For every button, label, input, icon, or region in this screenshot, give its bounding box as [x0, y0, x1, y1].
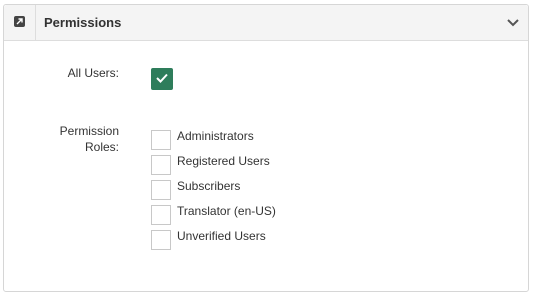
role-item-translator[interactable]: Translator (en-US) [151, 202, 276, 227]
external-link-icon[interactable] [14, 14, 25, 32]
role-checkbox[interactable] [151, 129, 171, 150]
role-item-administrators[interactable]: Administrators [151, 127, 276, 152]
role-label: Translator (en-US) [177, 203, 276, 218]
role-item-registered-users[interactable]: Registered Users [151, 152, 276, 177]
role-label: Unverified Users [177, 228, 266, 243]
roles-list: Administrators Registered Users Subscrib… [151, 127, 276, 252]
all-users-label: All Users: [67, 66, 119, 80]
permission-roles-label-line2: Roles: [84, 140, 119, 154]
role-label: Registered Users [177, 153, 270, 168]
chevron-down-icon[interactable] [506, 15, 520, 29]
permission-roles-label: Permission Roles: [60, 123, 119, 155]
all-users-checkbox[interactable] [151, 68, 173, 90]
role-item-subscribers[interactable]: Subscribers [151, 177, 276, 202]
checkmark-icon [156, 70, 168, 88]
panel-title: Permissions [44, 15, 122, 30]
role-checkbox[interactable] [151, 229, 171, 250]
panel-header[interactable]: Permissions [4, 5, 528, 41]
role-checkbox[interactable] [151, 154, 171, 175]
permissions-panel: Permissions All Users: Permission Roles:… [3, 4, 529, 292]
role-checkbox[interactable] [151, 204, 171, 225]
permission-roles-label-line1: Permission [59, 124, 119, 138]
role-label: Subscribers [177, 178, 241, 193]
role-item-unverified-users[interactable]: Unverified Users [151, 227, 276, 252]
role-label: Administrators [177, 128, 254, 143]
header-icon-cell[interactable] [4, 5, 36, 40]
role-checkbox[interactable] [151, 179, 171, 200]
